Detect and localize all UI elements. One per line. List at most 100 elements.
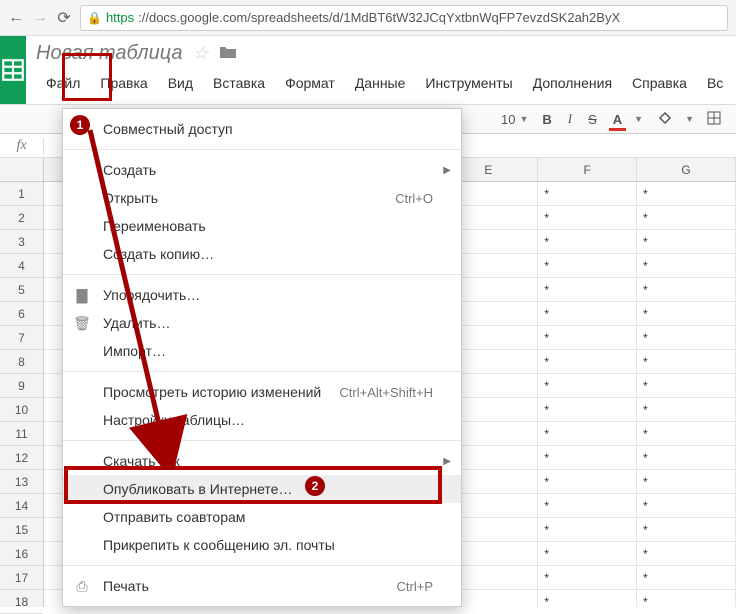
- menu-item-rename[interactable]: Переименовать: [63, 212, 461, 240]
- row-header[interactable]: 13: [0, 470, 43, 494]
- cell[interactable]: *: [637, 422, 736, 445]
- cell[interactable]: *: [538, 422, 637, 445]
- menu-insert[interactable]: Вставка: [203, 71, 275, 95]
- row-header[interactable]: 2: [0, 206, 43, 230]
- row-header[interactable]: 9: [0, 374, 43, 398]
- row-header[interactable]: 17: [0, 566, 43, 590]
- doc-title[interactable]: Новая таблица: [36, 42, 182, 65]
- row-header[interactable]: 14: [0, 494, 43, 518]
- borders-button[interactable]: [702, 108, 726, 131]
- menu-item-create[interactable]: Создать▶: [63, 156, 461, 184]
- strike-button[interactable]: S: [584, 110, 601, 129]
- row-header[interactable]: 1: [0, 182, 43, 206]
- text-color-button[interactable]: A: [609, 110, 626, 129]
- cell[interactable]: *: [538, 542, 637, 565]
- row-header[interactable]: 15: [0, 518, 43, 542]
- cell[interactable]: *: [538, 254, 637, 277]
- cell[interactable]: *: [538, 302, 637, 325]
- cell[interactable]: *: [637, 350, 736, 373]
- cell[interactable]: *: [637, 590, 736, 607]
- cell[interactable]: *: [538, 230, 637, 253]
- font-size-selector[interactable]: 10 ▼: [501, 112, 528, 127]
- cell[interactable]: *: [637, 518, 736, 541]
- menu-item-share[interactable]: Совместный доступ: [63, 115, 461, 143]
- row-header[interactable]: 6: [0, 302, 43, 326]
- row-header[interactable]: 3: [0, 230, 43, 254]
- cell[interactable]: *: [538, 182, 637, 205]
- menu-addons[interactable]: Дополнения: [523, 71, 622, 95]
- cell[interactable]: *: [637, 302, 736, 325]
- menu-item-import[interactable]: Импорт…: [63, 337, 461, 365]
- back-icon[interactable]: ←: [8, 10, 24, 26]
- cell[interactable]: *: [637, 278, 736, 301]
- cell[interactable]: *: [637, 446, 736, 469]
- menu-data[interactable]: Данные: [345, 71, 416, 95]
- menu-item-copy[interactable]: Создать копию…: [63, 240, 461, 268]
- row-header[interactable]: 5: [0, 278, 43, 302]
- menu-item-settings[interactable]: Настройки таблицы…: [63, 406, 461, 434]
- row-header[interactable]: 16: [0, 542, 43, 566]
- forward-icon[interactable]: →: [32, 10, 48, 26]
- cell[interactable]: *: [637, 326, 736, 349]
- cell[interactable]: *: [538, 470, 637, 493]
- cell[interactable]: *: [637, 374, 736, 397]
- menu-more[interactable]: Вс: [697, 71, 733, 95]
- cell[interactable]: *: [637, 182, 736, 205]
- cell[interactable]: *: [637, 230, 736, 253]
- cell[interactable]: *: [538, 326, 637, 349]
- cell[interactable]: *: [637, 494, 736, 517]
- menu-item-print[interactable]: ⎙ПечатьCtrl+P: [63, 572, 461, 600]
- cell[interactable]: *: [538, 374, 637, 397]
- chevron-down-icon: ▼: [685, 114, 694, 124]
- cell[interactable]: *: [538, 590, 637, 607]
- row-header[interactable]: 11: [0, 422, 43, 446]
- column-header[interactable]: G: [637, 158, 736, 181]
- menu-format[interactable]: Формат: [275, 71, 345, 95]
- cell[interactable]: *: [637, 542, 736, 565]
- cell[interactable]: *: [538, 446, 637, 469]
- star-icon[interactable]: ☆: [192, 43, 208, 64]
- menu-item-email-attach[interactable]: Прикрепить к сообщению эл. почты: [63, 531, 461, 559]
- reload-icon[interactable]: ⟳: [56, 10, 72, 26]
- row-header[interactable]: 7: [0, 326, 43, 350]
- menu-help[interactable]: Справка: [622, 71, 697, 95]
- folder-icon[interactable]: [219, 42, 237, 65]
- column-header[interactable]: F: [538, 158, 637, 181]
- cell[interactable]: *: [538, 518, 637, 541]
- row-header[interactable]: 12: [0, 446, 43, 470]
- cell[interactable]: *: [637, 398, 736, 421]
- italic-button[interactable]: I: [564, 109, 576, 129]
- row-header[interactable]: 18: [0, 590, 43, 614]
- cell[interactable]: *: [538, 566, 637, 589]
- fill-color-button[interactable]: [653, 108, 677, 131]
- cell[interactable]: *: [637, 254, 736, 277]
- row-header[interactable]: 10: [0, 398, 43, 422]
- menu-file[interactable]: Файл: [36, 71, 90, 95]
- menu-item-publish[interactable]: Опубликовать в Интернете…: [63, 475, 461, 503]
- cell[interactable]: *: [637, 206, 736, 229]
- row-header[interactable]: 8: [0, 350, 43, 374]
- cell[interactable]: *: [538, 494, 637, 517]
- menu-item-download[interactable]: Скачать как▶: [63, 447, 461, 475]
- menu-tools[interactable]: Инструменты: [415, 71, 522, 95]
- url-bar[interactable]: 🔒 https ://docs.google.com/spreadsheets/…: [80, 5, 728, 31]
- select-all-corner[interactable]: [0, 158, 43, 182]
- menu-item-history[interactable]: Просмотреть историю измененийCtrl+Alt+Sh…: [63, 378, 461, 406]
- menu-view[interactable]: Вид: [158, 71, 203, 95]
- sheets-logo[interactable]: [0, 36, 26, 104]
- menu-item-delete[interactable]: 🗑Удалить…: [63, 309, 461, 337]
- shortcut: Ctrl+P: [397, 579, 433, 594]
- cell[interactable]: *: [637, 470, 736, 493]
- menu-item-open[interactable]: ОткрытьCtrl+O: [63, 184, 461, 212]
- menu-item-email-collab[interactable]: Отправить соавторам: [63, 503, 461, 531]
- row-header[interactable]: 4: [0, 254, 43, 278]
- menu-edit[interactable]: Правка: [90, 71, 157, 95]
- cell[interactable]: *: [637, 566, 736, 589]
- submenu-arrow-icon: ▶: [443, 165, 451, 176]
- cell[interactable]: *: [538, 350, 637, 373]
- cell[interactable]: *: [538, 398, 637, 421]
- bold-button[interactable]: B: [538, 110, 555, 129]
- menu-item-organize[interactable]: ▇Упорядочить…: [63, 281, 461, 309]
- cell[interactable]: *: [538, 278, 637, 301]
- cell[interactable]: *: [538, 206, 637, 229]
